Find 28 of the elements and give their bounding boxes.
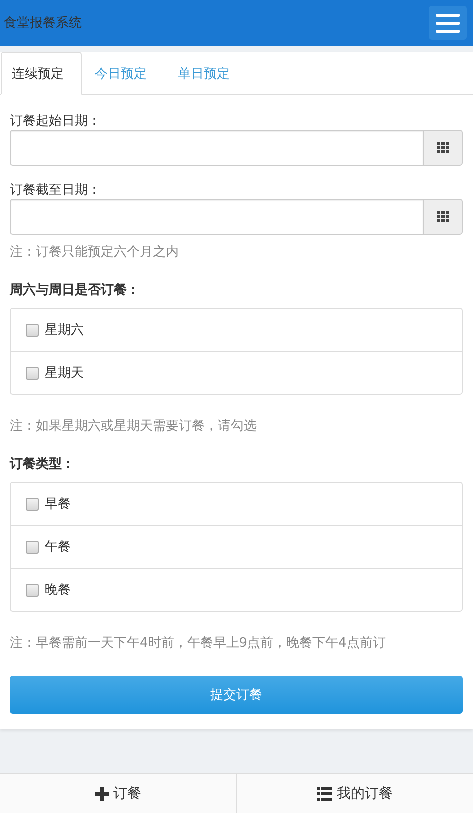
checkbox[interactable]	[26, 584, 39, 596]
checkbox[interactable]	[26, 498, 39, 510]
calendar-button[interactable]	[424, 199, 463, 235]
checkbox[interactable]	[26, 366, 39, 380]
checkbox-label: 早餐	[45, 496, 71, 513]
plus-icon	[94, 786, 108, 800]
group-label: 周六与周日是否订餐：	[10, 282, 141, 299]
list-icon	[317, 786, 332, 800]
note-text: 注：如果星期六或星期天需要订餐，请勾选	[10, 418, 258, 435]
checkbox-label: 星期六	[45, 322, 84, 339]
field-label: 订餐截至日期：	[10, 183, 101, 198]
checkbox[interactable]	[26, 540, 39, 554]
tab[interactable]: 连续预定	[1, 52, 82, 95]
date-field[interactable]	[10, 199, 424, 235]
group-label: 订餐类型：	[10, 456, 76, 473]
grid-icon	[436, 142, 450, 154]
field-label: 订餐起始日期：	[10, 114, 101, 129]
app-title: 食堂报餐系统	[4, 15, 82, 32]
checkbox-label: 午餐	[45, 539, 71, 556]
checkbox-label: 星期天	[45, 365, 84, 382]
note-text: 注：早餐需前一天下午4时前，午餐早上9点前，晚餐下午4点前订	[10, 635, 387, 652]
note-text: 注：订餐只能预定六个月之内	[10, 244, 180, 261]
checkbox[interactable]	[26, 324, 39, 336]
menu-button[interactable]	[429, 6, 467, 40]
checkbox-label: 晚餐	[45, 582, 71, 599]
grid-icon	[436, 211, 450, 223]
calendar-button[interactable]	[424, 130, 463, 166]
date-field[interactable]	[10, 130, 424, 166]
